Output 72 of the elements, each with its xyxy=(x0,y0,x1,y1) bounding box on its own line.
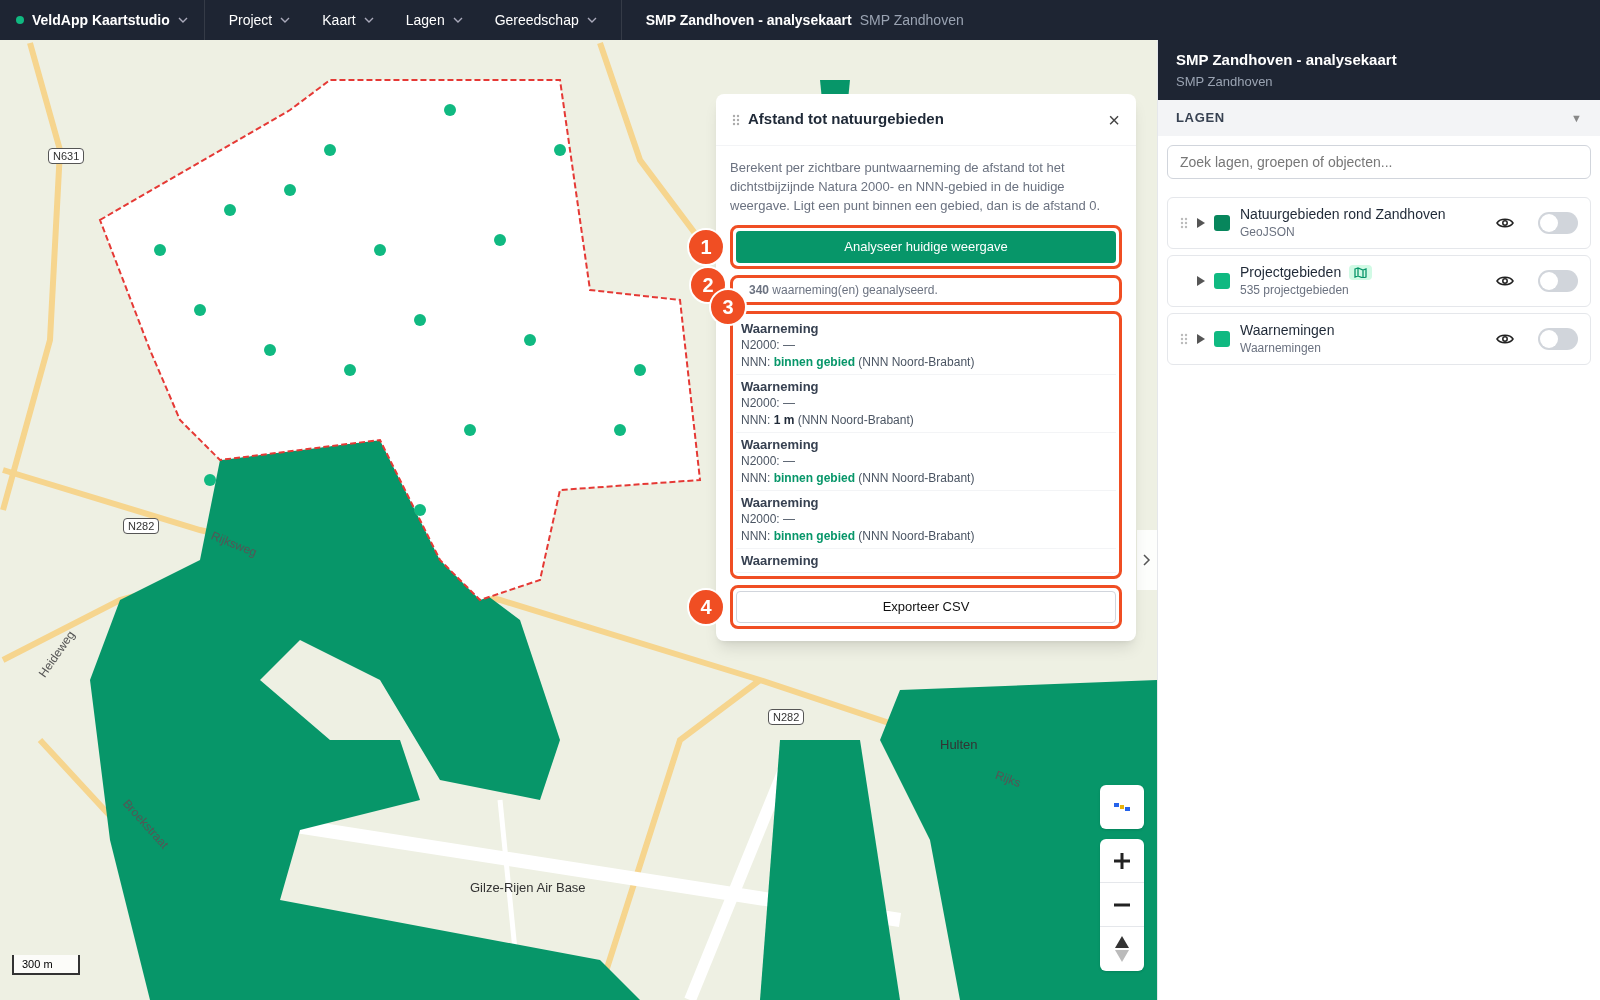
layer-name: Projectgebieden xyxy=(1240,263,1342,281)
plus-icon xyxy=(1113,851,1131,870)
compass-icon xyxy=(1115,936,1129,962)
project-subtitle: SMP Zandhoven xyxy=(858,10,964,30)
result-title: Waarneming xyxy=(741,494,820,511)
nnn-result-text: NNN: binnen gebied (NNN Noord-Brabant) xyxy=(741,528,976,545)
menu-button[interactable]: Project xyxy=(212,0,307,40)
result-title: Waarneming xyxy=(741,436,820,453)
result-title: Waarneming xyxy=(741,378,820,395)
layer-name: Natuurgebieden rond Zandhoven xyxy=(1240,205,1446,223)
expand-arrow-icon[interactable] xyxy=(1196,334,1206,344)
close-button[interactable]: × xyxy=(1108,109,1120,130)
project-title: SMP Zandhoven - analysekaart xyxy=(644,10,852,30)
dialog-title: Afstand tot natuurgebieden xyxy=(748,109,945,130)
road-number-label: N282 xyxy=(123,518,160,534)
chevron-down-icon xyxy=(177,17,188,23)
layer-subtitle: 535 projectgebieden xyxy=(1240,282,1350,299)
chevron-down-icon xyxy=(363,17,374,23)
callout-marker: 1 xyxy=(687,228,725,266)
n2000-result-text: N2000: — xyxy=(741,395,797,412)
chevron-down-icon xyxy=(280,17,291,23)
search-field[interactable]: Zoek lagen, groepen of objecten... xyxy=(1167,145,1591,179)
satellite-layer-button[interactable] xyxy=(1100,785,1144,829)
n2000-result-text: N2000: — xyxy=(741,337,797,354)
road-name-label: Rijks xyxy=(992,767,1024,792)
chevron-down-icon xyxy=(452,17,463,23)
eye-icon[interactable] xyxy=(1496,217,1514,229)
scale-bar: 300 m xyxy=(12,955,80,975)
chevron-down-icon xyxy=(586,17,597,23)
chevron-right-icon xyxy=(1143,554,1151,566)
n2000-result-text: N2000: — xyxy=(741,511,797,528)
menu-button[interactable]: Gereedschap xyxy=(478,0,613,40)
analyse-button[interactable]: Analyseer huidige weergave xyxy=(736,231,1116,263)
layer-item[interactable]: Waarnemingen Waarnemingen xyxy=(1167,313,1591,365)
drag-handle-icon[interactable] xyxy=(1180,333,1188,345)
panel-collapse-tab[interactable] xyxy=(1137,530,1157,590)
export-csv-button[interactable]: Exporteer CSV xyxy=(736,591,1116,623)
nnn-result-text: NNN: binnen gebied (NNN Noord-Brabant) xyxy=(741,354,976,371)
layer-name: Waarnemingen xyxy=(1240,321,1335,339)
expand-arrow-icon[interactable] xyxy=(1196,276,1206,286)
expand-arrow-icon[interactable] xyxy=(1196,218,1206,228)
drag-handle-icon[interactable] xyxy=(732,113,740,126)
callout-marker: 4 xyxy=(687,588,725,626)
result-count-text: 340 waarneming(en) geanalyseerd. xyxy=(748,282,939,299)
result-title: Waarneming xyxy=(741,552,820,569)
drag-handle-icon[interactable] xyxy=(1180,217,1188,229)
map-icon xyxy=(1354,266,1368,278)
satellite-icon xyxy=(1114,801,1130,813)
description-text: Berekent per zichtbare puntwaarneming de afstand tot het dichtstbijzijnde Natura 2000- en NNN-gebied in de huidige weergave. Ligt een punt binnen een gebied, dan is de afstand 0. xyxy=(730,159,1102,215)
layers-section-header[interactable]: LAGEN ▼ xyxy=(1158,100,1600,136)
minus-icon xyxy=(1113,902,1131,907)
eye-icon[interactable] xyxy=(1496,275,1514,287)
map[interactable] xyxy=(0,40,1157,1000)
panel-subtitle: SMP Zandhoven xyxy=(1176,72,1274,91)
layer-item[interactable]: Projectgebieden 535 projectgebieden xyxy=(1167,255,1591,307)
nnn-result-text: NNN: 1 m (NNN Noord-Brabant) xyxy=(741,412,915,429)
visibility-toggle[interactable] xyxy=(1538,212,1578,234)
n2000-result-text: N2000: — xyxy=(741,453,797,470)
place-label: Hulten xyxy=(940,736,978,754)
visibility-toggle[interactable] xyxy=(1538,270,1578,292)
road-number-label: N282 xyxy=(768,709,805,725)
layer-item[interactable]: Natuurgebieden rond Zandhoven GeoJSON xyxy=(1167,197,1591,249)
visibility-toggle[interactable] xyxy=(1538,328,1578,350)
place-label: Gilze-Rijen Air Base xyxy=(470,879,586,897)
menu-button[interactable]: Kaart xyxy=(306,0,390,40)
eye-icon[interactable] xyxy=(1496,333,1514,345)
layer-subtitle: GeoJSON xyxy=(1240,224,1296,241)
menu-button[interactable]: Lagen xyxy=(389,0,479,40)
nnn-result-text: NNN: binnen gebied (NNN Noord-Brabant) xyxy=(741,470,976,487)
layer-subtitle: Waarnemingen xyxy=(1240,340,1322,357)
panel-title: SMP Zandhoven - analysekaart xyxy=(1176,50,1398,70)
road-number-label: N631 xyxy=(48,148,85,164)
